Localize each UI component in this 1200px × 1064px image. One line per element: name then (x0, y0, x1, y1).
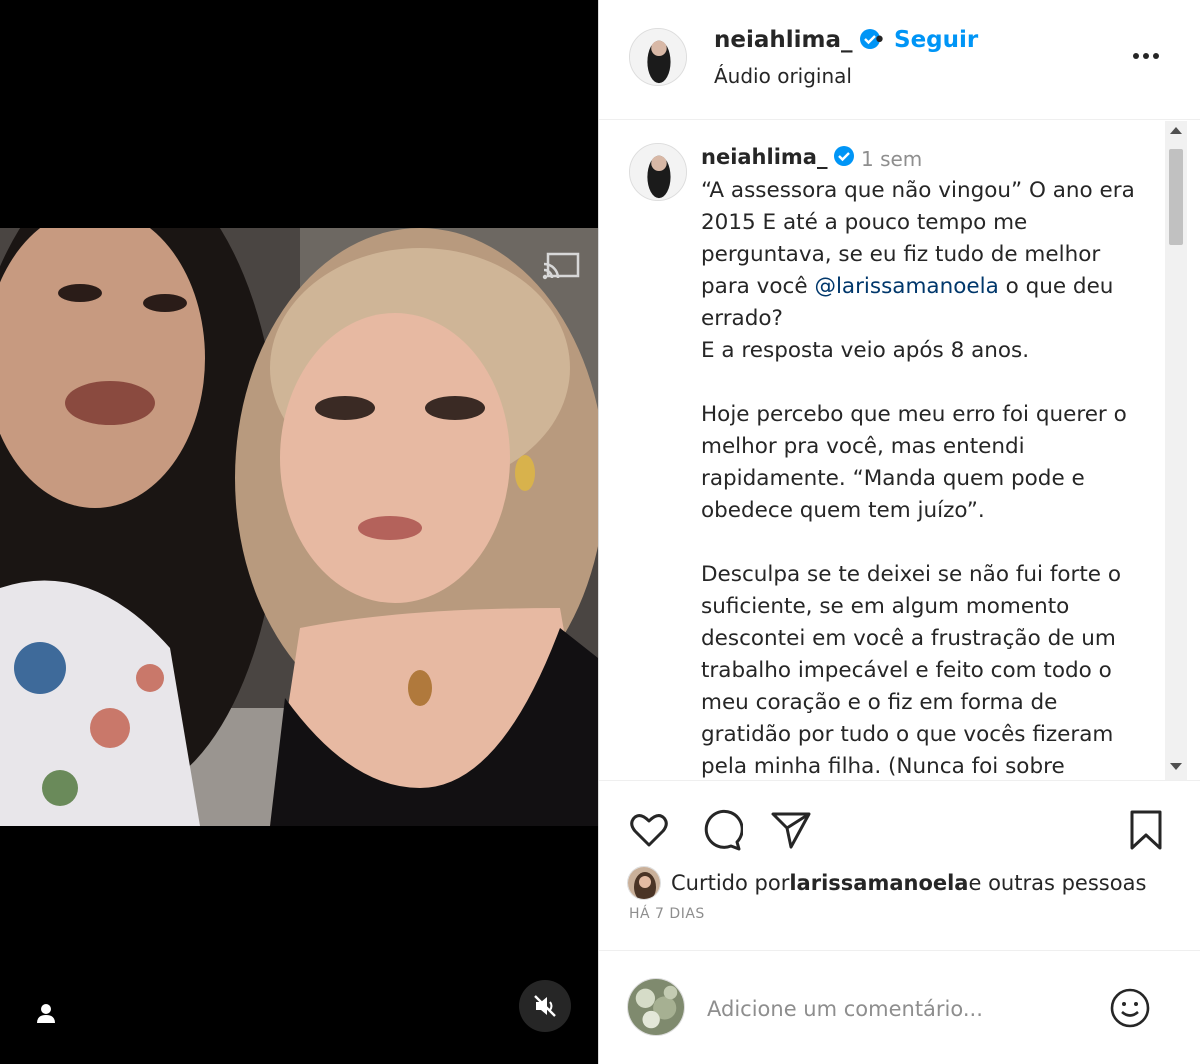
author-username[interactable]: neiahlima_ (714, 27, 881, 53)
liker-avatar[interactable] (627, 866, 661, 900)
likes-suffix[interactable]: e outras pessoas (968, 871, 1146, 895)
audio-label[interactable]: Áudio original (714, 64, 852, 88)
add-comment-bar (599, 950, 1200, 1064)
bookmark-icon[interactable] (1124, 808, 1168, 852)
video-still-image (0, 228, 598, 826)
caption-timestamp[interactable]: 1 sem (861, 147, 922, 171)
more-icon[interactable] (1129, 44, 1163, 68)
caption-author-avatar[interactable] (629, 143, 687, 201)
author-avatar-image (630, 29, 686, 85)
likes-user-link[interactable]: larissamanoela (789, 871, 968, 895)
author-username-text[interactable]: neiahlima_ (714, 27, 853, 53)
viewer-avatar-image (628, 979, 684, 1035)
likes-prefix: Curtido por (671, 871, 790, 895)
video-frame[interactable] (0, 228, 598, 826)
comment-icon[interactable] (699, 808, 743, 852)
muted-speaker-icon (534, 995, 556, 1017)
follow-button[interactable]: Seguir (894, 27, 978, 53)
caption-username-text[interactable]: neiahlima_ (701, 145, 827, 169)
send-icon[interactable] (769, 808, 813, 852)
comment-input[interactable] (707, 989, 1097, 1029)
post-header: neiahlima_ • Seguir Áudio original (599, 0, 1200, 120)
mute-button[interactable] (519, 980, 571, 1032)
author-avatar[interactable] (629, 28, 687, 86)
scroll-down-arrow[interactable] (1170, 763, 1182, 770)
heart-icon[interactable] (627, 808, 671, 852)
viewer-avatar (627, 978, 685, 1036)
scrollbar-thumb[interactable] (1169, 149, 1183, 245)
caption-text: “A assessora que não vingou” O ano era 2… (701, 175, 1146, 780)
likes-summary[interactable]: Curtido por larissamanoela e outras pess… (627, 866, 1146, 900)
verified-badge-icon (834, 146, 855, 166)
video-player[interactable] (0, 0, 598, 1064)
comments-scrollbar[interactable] (1165, 121, 1187, 780)
emoji-icon[interactable] (1109, 987, 1151, 1029)
separator-dot: • (873, 28, 886, 53)
post-date[interactable]: HÁ 7 DIAS (629, 906, 705, 922)
caption-avatar-image (630, 144, 686, 200)
post-details-panel: neiahlima_ • Seguir Áudio original neiah… (598, 0, 1200, 1064)
scroll-up-arrow[interactable] (1170, 127, 1182, 134)
caption-username[interactable]: neiahlima_ (701, 145, 855, 169)
user-tag-icon[interactable] (28, 996, 64, 1032)
comments-section[interactable]: neiahlima_ 1 sem “A assessora que não vi… (599, 121, 1200, 781)
caption-text-part2: o que deu errado? E a resposta veio após… (701, 274, 1127, 779)
liker-avatar-image (628, 867, 660, 899)
action-bar (599, 800, 1200, 860)
cast-icon[interactable] (542, 252, 580, 280)
mention-link[interactable]: @larissamanoela (814, 274, 998, 299)
